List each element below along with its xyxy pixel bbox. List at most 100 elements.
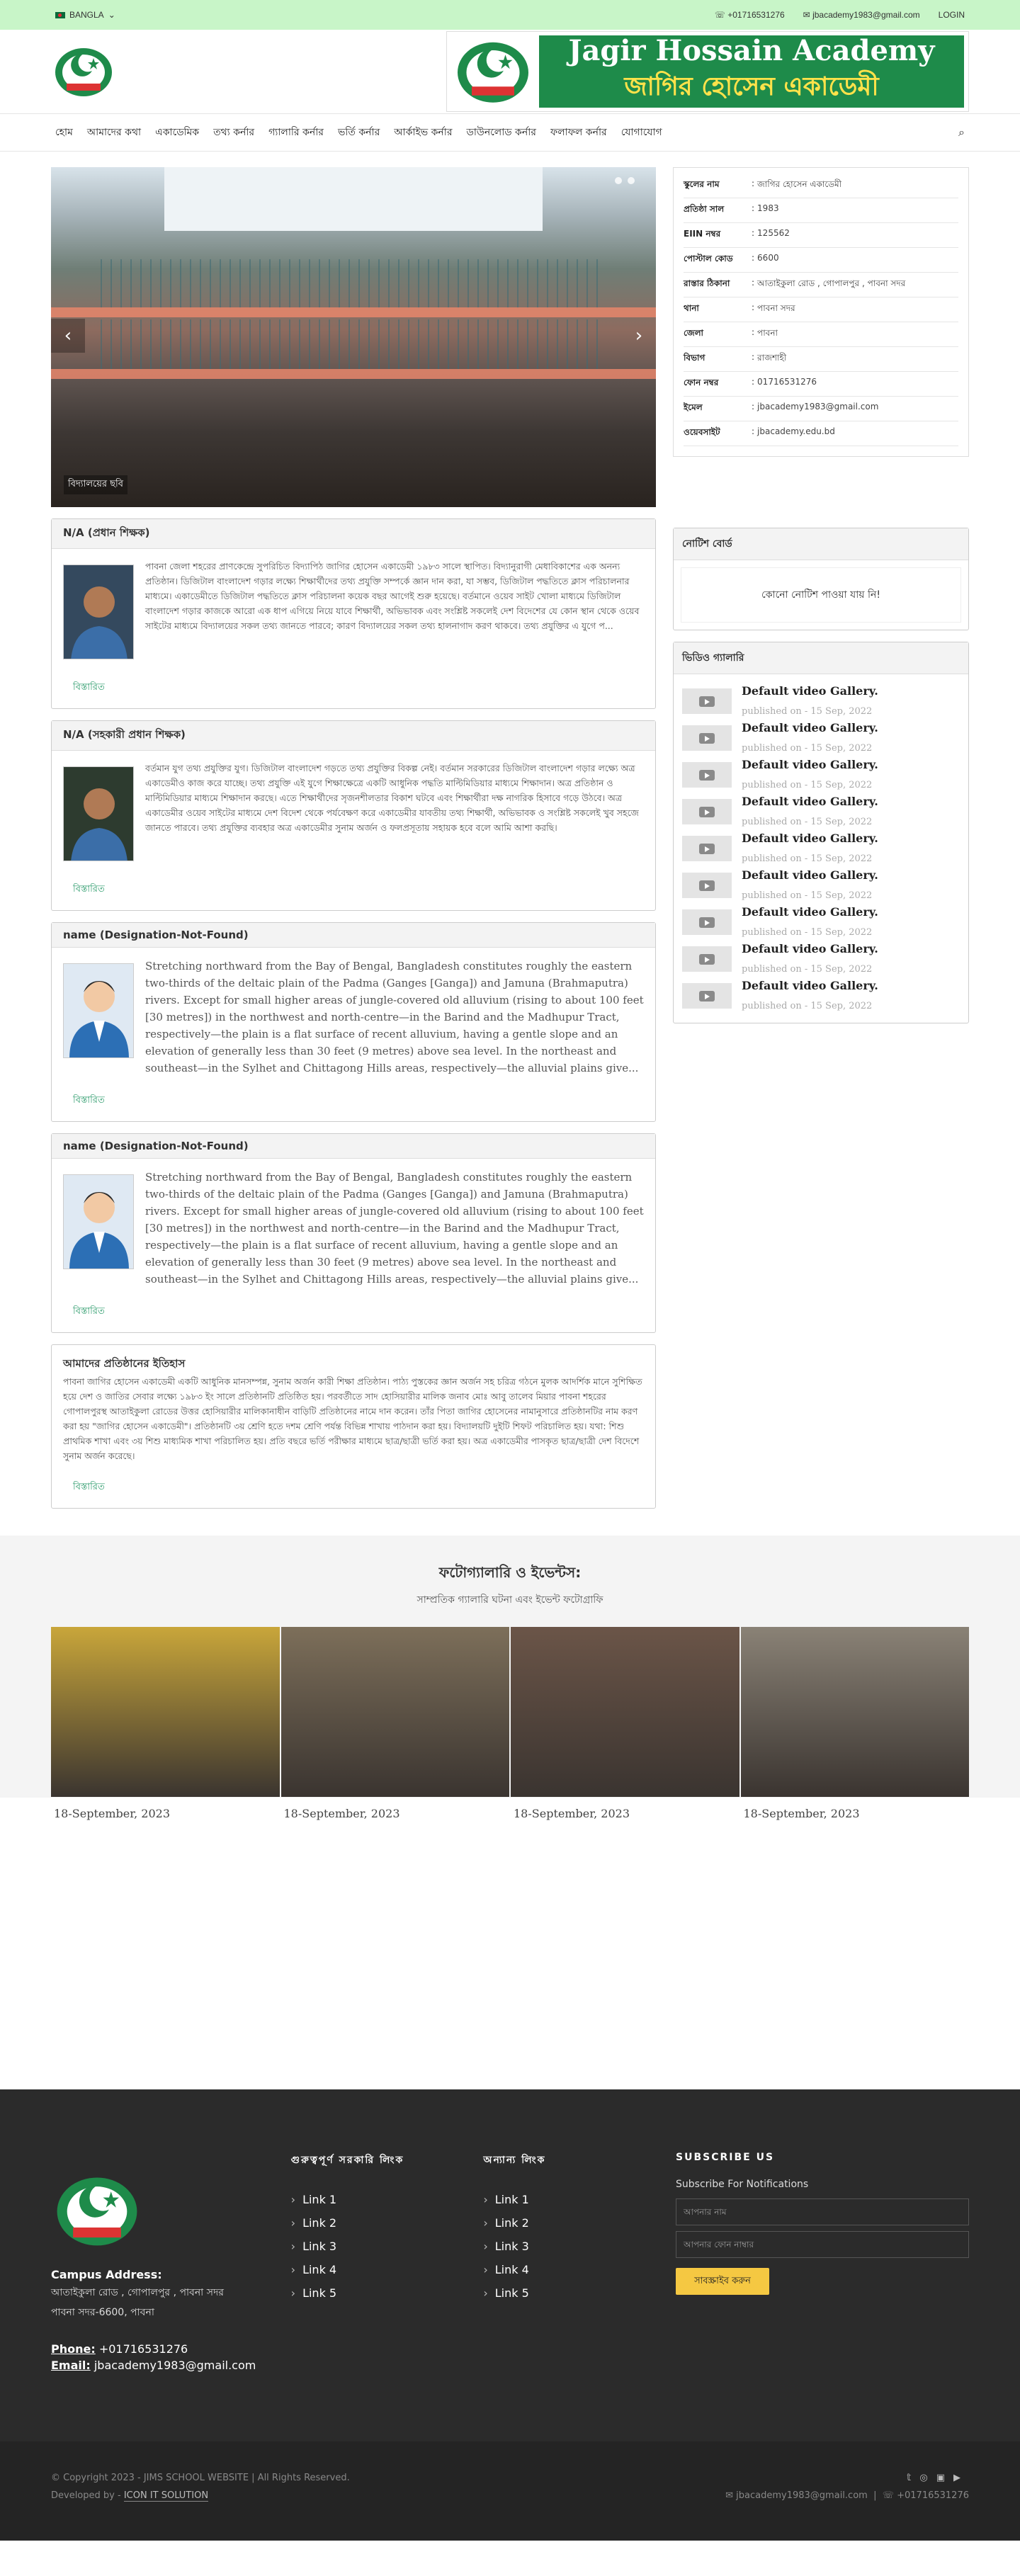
info-key: ওয়েবসাইট — [684, 427, 720, 437]
footer-email[interactable]: jbacademy1983@gmail.com — [94, 2359, 256, 2372]
gallery-image[interactable] — [51, 1627, 280, 1797]
subscribe-name-input[interactable]: আপনার নাম — [676, 2198, 969, 2225]
card-body: বর্তমান যুগ তথ্য প্রযুক্তির যুগ। ডিজিটাল… — [52, 751, 655, 873]
footer-link[interactable]: Link 1 — [291, 2193, 484, 2206]
gallery-item[interactable]: 18-September, 2023 — [51, 1627, 280, 1830]
video-item[interactable]: Default video Gallery. published on - 15 … — [674, 755, 968, 792]
nav-item[interactable]: তথ্য কর্নার — [213, 124, 254, 141]
nav-item[interactable]: যোগাযোগ — [621, 124, 662, 141]
info-row: ফোন নম্বর: 01716531276 — [684, 372, 958, 397]
video-item[interactable]: Default video Gallery. published on - 15 … — [674, 829, 968, 866]
nav-item[interactable]: আর্কাইভ কর্নার — [394, 124, 452, 141]
video-item[interactable]: Default video Gallery. published on - 15 … — [674, 718, 968, 755]
nav-item[interactable]: আমাদের কথা — [87, 124, 141, 141]
slider-prev-button[interactable]: ‹ — [51, 319, 85, 353]
info-value: 125562 — [757, 228, 790, 238]
video-title[interactable]: Default video Gallery. — [742, 905, 878, 919]
footer-link[interactable]: Link 4 — [483, 2263, 676, 2276]
nav-item[interactable]: ডাউনলোড কর্নার — [467, 124, 536, 141]
footer-link[interactable]: Link 1 — [483, 2193, 676, 2206]
video-title[interactable]: Default video Gallery. — [742, 721, 878, 734]
gallery-image[interactable] — [740, 1627, 969, 1797]
flag-icon — [55, 11, 65, 18]
footer-link[interactable]: Link 5 — [483, 2286, 676, 2300]
top-phone[interactable]: ☏ +01716531276 — [715, 10, 785, 20]
card-text: পাবনা জেলা শহরের প্রাণকেন্দ্রে সুপরিচিত … — [145, 561, 640, 631]
video-item[interactable]: Default video Gallery. published on - 15 … — [674, 866, 968, 902]
video-item[interactable]: Default video Gallery. published on - 15 … — [674, 939, 968, 976]
video-date: published on - 15 Sep, 2022 — [742, 853, 873, 864]
footer-links-gov: গুরুত্বপূর্ণ সরকারি লিংক Link 1Link 2Lin… — [291, 2152, 484, 2441]
video-item[interactable]: Default video Gallery. published on - 15 … — [674, 792, 968, 829]
image-slider: ‹ › বিদ্যালয়ের ছবি — [51, 167, 656, 507]
read-more-link[interactable]: বিস্তারিত — [52, 1084, 655, 1121]
video-title[interactable]: Default video Gallery. — [742, 942, 878, 955]
video-title[interactable]: Default video Gallery. — [742, 758, 878, 771]
footer-link[interactable]: Link 5 — [291, 2286, 484, 2300]
footer-links-other: অন্যান্য লিংক Link 1Link 2Link 3Link 4Li… — [483, 2152, 676, 2441]
gallery-image[interactable] — [511, 1627, 740, 1797]
nav-item[interactable]: একাডেমিক — [155, 124, 199, 141]
nav-item[interactable]: হোম — [55, 124, 73, 141]
main-nav: হোম আমাদের কথা একাডেমিক তথ্য কর্নার গ্যালারি… — [0, 113, 1020, 152]
info-value: jbacademy1983@gmail.com — [757, 402, 879, 412]
info-row: প্রতিষ্ঠা সাল: 1983 — [684, 198, 958, 223]
footer-link[interactable]: Link 2 — [291, 2216, 484, 2230]
slider-next-button[interactable]: › — [622, 319, 656, 353]
gallery-image[interactable] — [280, 1627, 509, 1797]
instagram-icon[interactable]: ◎ — [919, 2473, 936, 2483]
sidebar: স্কুলের নাম: জাগির হোসেন একাডেমী প্রতিষ্ঠ… — [673, 167, 969, 1509]
school-logo[interactable] — [51, 40, 116, 103]
footer-link[interactable]: Link 4 — [291, 2263, 484, 2276]
card-text: বর্তমান যুগ তথ্য প্রযুক্তির যুগ। ডিজিটাল… — [145, 763, 639, 833]
info-key: স্কুলের নাম — [684, 179, 720, 189]
developer-link[interactable]: ICON IT SOLUTION — [123, 2490, 209, 2502]
footer-phone[interactable]: +01716531276 — [99, 2342, 188, 2356]
nav-item[interactable]: ভর্তি কর্নার — [338, 124, 380, 141]
nav-item[interactable]: ফলাফল কর্নার — [550, 124, 607, 141]
twitter-icon[interactable]: 𝕥 — [907, 2473, 919, 2483]
footer-link[interactable]: Link 3 — [483, 2240, 676, 2253]
youtube-icon[interactable]: ▶ — [953, 2473, 969, 2483]
message-card: name (Designation-Not-Found) Stretching n… — [51, 922, 656, 1122]
copyright-bar: © Copyright 2023 - JIMS SCHOOL WEBSITE |… — [0, 2441, 1020, 2541]
history-read-more[interactable]: বিস্তারিত — [52, 1470, 655, 1508]
footer-link[interactable]: Link 2 — [483, 2216, 676, 2230]
subscribe-section: SUBSCRIBE US Subscribe For Notifications… — [676, 2152, 969, 2441]
subscribe-phone-input[interactable]: আপনার ফোন নাম্বার — [676, 2231, 969, 2258]
youtube-icon — [699, 696, 715, 707]
language-selector[interactable]: BANGLA ⌄ — [55, 10, 115, 20]
card-body: পাবনা জেলা শহরের প্রাণকেন্দ্রে সুপরিচিত … — [52, 549, 655, 671]
login-link[interactable]: LOGIN — [939, 10, 965, 20]
video-title[interactable]: Default video Gallery. — [742, 832, 878, 845]
gallery-item[interactable]: 18-September, 2023 — [740, 1627, 969, 1830]
search-icon[interactable]: ⌕ — [958, 125, 965, 140]
info-key: ইমেল — [684, 402, 703, 412]
info-key: থানা — [684, 303, 699, 313]
footer-link[interactable]: Link 3 — [291, 2240, 484, 2253]
subscribe-button[interactable]: সাবস্ক্রাইব করুন — [676, 2268, 769, 2295]
video-item[interactable]: Default video Gallery. published on - 15 … — [674, 902, 968, 939]
read-more-link[interactable]: বিস্তারিত — [52, 671, 655, 708]
gallery-item[interactable]: 18-September, 2023 — [511, 1627, 740, 1830]
top-email[interactable]: ✉ jbacademy1983@gmail.com — [803, 10, 920, 20]
read-more-link[interactable]: বিস্তারিত — [52, 873, 655, 910]
read-more-link[interactable]: বিস্তারিত — [52, 1295, 655, 1332]
gallery-item[interactable]: 18-September, 2023 — [280, 1627, 509, 1830]
info-value: জাগির হোসেন একাডেমী — [757, 179, 842, 189]
card-title: name (Designation-Not-Found) — [52, 923, 655, 948]
video-title[interactable]: Default video Gallery. — [742, 684, 878, 698]
person-photo — [63, 1174, 134, 1269]
linkedin-icon[interactable]: ▣ — [936, 2473, 953, 2483]
nav-item[interactable]: গ্যালারি কর্নার — [268, 124, 324, 141]
info-value: 01716531276 — [757, 377, 817, 387]
video-title[interactable]: Default video Gallery. — [742, 979, 878, 992]
video-title[interactable]: Default video Gallery. — [742, 868, 878, 882]
header-banner: Jagir Hossain Academy জাগির হোসেন একাডেম… — [446, 31, 969, 112]
slider-dots[interactable] — [615, 177, 635, 184]
video-item[interactable]: Default video Gallery. published on - 15 … — [674, 976, 968, 1013]
video-item[interactable]: Default video Gallery. published on - 15 … — [674, 681, 968, 718]
card-title: N/A (সহকারী প্রধান শিক্ষক) — [52, 721, 655, 751]
card-title: N/A (প্রধান শিক্ষক) — [52, 519, 655, 549]
video-title[interactable]: Default video Gallery. — [742, 795, 878, 808]
